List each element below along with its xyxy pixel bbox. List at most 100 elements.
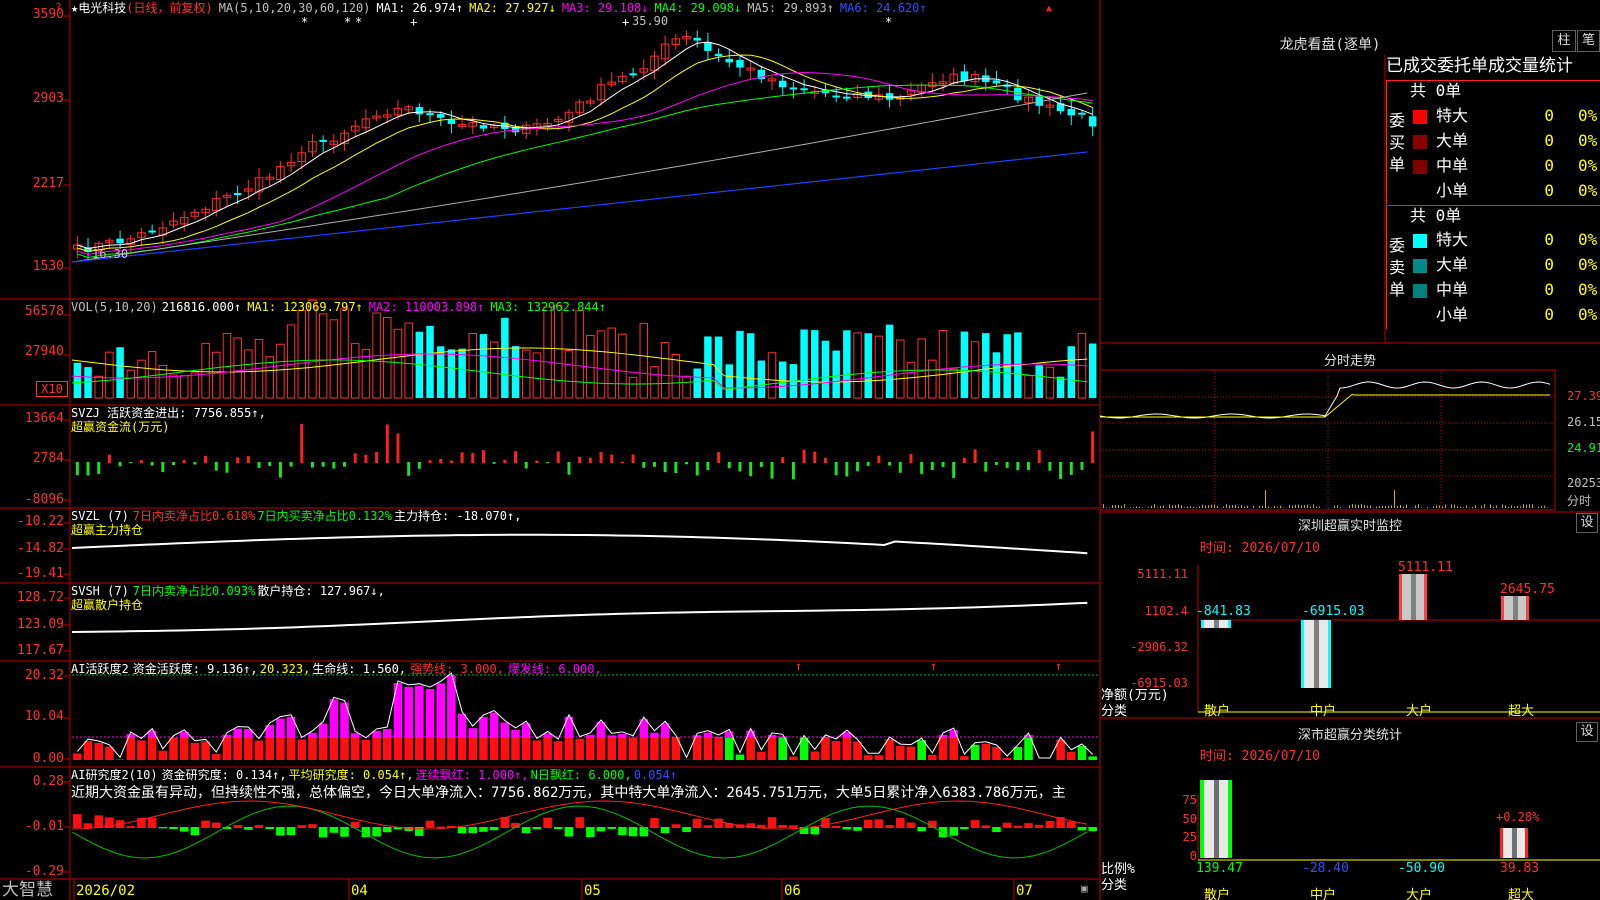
ai-active-top-23	[318, 723, 328, 738]
volume-bar-45	[554, 304, 563, 399]
x-label-4: 07	[1016, 883, 1033, 899]
brand-logo[interactable]: 大智慧	[2, 880, 53, 900]
y-label-vol-0: 56578	[24, 304, 64, 319]
svzj-bar-2	[97, 462, 101, 474]
volume-bar-92	[1056, 376, 1065, 398]
intraday-vol-63	[1289, 504, 1290, 508]
intraday-vol-120	[1460, 506, 1461, 508]
low-price-label: 16.30	[92, 247, 129, 261]
volume-bar-25	[340, 308, 349, 399]
svsh-title: SVSH (7)	[71, 584, 129, 598]
intraday-vol-5	[1115, 505, 1116, 508]
sell-order-label: 委卖单	[1388, 236, 1405, 299]
intraday-vol-23	[1169, 504, 1170, 508]
svzj-bar-45	[556, 451, 560, 463]
intraday-vol-14	[1142, 507, 1143, 508]
ai-active-bar-25	[340, 738, 349, 760]
y-label-ai-research-2: -0.29	[24, 864, 64, 879]
ai-research-bar-94	[1077, 827, 1087, 831]
sell-row-percent-2: 0%	[1578, 280, 1598, 299]
volume-ma-value-2: MA3: 132962.844↑	[490, 300, 606, 314]
intraday-vol-59	[1277, 507, 1278, 508]
intraday-vol-140	[1520, 506, 1521, 508]
ai-active-bar-94	[1077, 746, 1087, 760]
top-marker-4: +	[622, 15, 629, 29]
svzj-bar-53	[642, 462, 646, 468]
volume-bar-54	[650, 366, 659, 399]
intraday-vol-100	[1400, 505, 1401, 508]
candle-body-62	[736, 59, 744, 68]
ai-active-top-41	[511, 729, 520, 738]
ai-active-bar-17	[254, 740, 264, 760]
ai-research-bar-39	[489, 827, 499, 831]
sz-monitor-y-0: 5111.11	[1137, 567, 1188, 581]
svzl-title: SVZL (7)	[71, 509, 129, 523]
ai-active-arrow-2: ↑	[1055, 659, 1062, 673]
ai-active-arrow-0: ↑	[795, 659, 802, 673]
ai-research-bar-2	[94, 815, 103, 828]
ai-active-bar-84	[970, 744, 980, 760]
svzj-bar-93	[1069, 462, 1073, 475]
intraday-vol-137	[1511, 505, 1512, 508]
ma-line-6	[71, 151, 1088, 263]
svzj-bar-1	[86, 462, 90, 476]
sz-monitor-settings-button[interactable]: 设	[1576, 513, 1598, 533]
ai-research-bar-69	[810, 827, 820, 835]
bar-mode-button[interactable]: 柱	[1552, 30, 1576, 52]
sz-class-settings-button[interactable]: 设	[1576, 722, 1598, 742]
sz-monitor-y-1: 1102.4	[1144, 604, 1188, 618]
svzj-bar-19	[278, 462, 282, 478]
sell-row-name-0: 特大	[1436, 230, 1469, 249]
sz-class-y-2: 25	[1182, 830, 1197, 844]
stock-name[interactable]: ★电光科技	[71, 1, 126, 15]
ai-research-bar-78	[906, 822, 916, 828]
sz-class-xlabel: 分类	[1101, 878, 1128, 893]
ai-active-top-38	[479, 717, 488, 738]
candle-body-83	[960, 71, 969, 82]
chart-mode[interactable]: (日线，前复权)	[126, 1, 212, 15]
svzj-bar-56	[674, 462, 678, 474]
candle-body-4	[116, 238, 124, 244]
volume-unit-badge[interactable]: X10	[36, 381, 68, 397]
volume-bar-86	[992, 352, 1001, 398]
ai-active-bar-2	[94, 742, 103, 760]
svzj-bar-88	[1016, 462, 1020, 471]
lock-icon[interactable]: ▣	[1081, 882, 1088, 895]
volume-bar-26	[350, 343, 360, 399]
tick-mode-button[interactable]: 笔	[1577, 30, 1600, 52]
intraday-vol-12	[1136, 506, 1137, 508]
ai-research-bar-43	[532, 827, 542, 830]
ai-active-top-60	[714, 736, 723, 738]
ai-active-top-19	[276, 718, 285, 738]
ai-research-bar-17	[254, 825, 264, 828]
intraday-avg-line	[1100, 393, 1550, 418]
sell-row-name-3: 小单	[1436, 305, 1469, 324]
volume-bar-12	[201, 342, 210, 399]
intraday-vol-139	[1517, 505, 1518, 508]
chart-canvas[interactable]: * * * + + * ↑ ↑ ↑	[0, 0, 1600, 900]
ai-research-bar-74	[863, 819, 873, 828]
y-label-main-3: 1530	[32, 259, 64, 274]
ai-active-bar-49	[596, 738, 606, 760]
ai-research-bar-37	[468, 827, 478, 833]
volume-bar-77	[896, 339, 905, 399]
ai-active-bar-41	[511, 738, 520, 760]
ai-active-bar-18	[265, 738, 274, 760]
intraday-vol-95	[1385, 505, 1386, 508]
candle-body-23	[319, 139, 327, 142]
sz-monitor-bar-edge-r-3	[1526, 596, 1529, 620]
svzj-bar-90	[1037, 449, 1041, 463]
sz-class-cat-1: 中户	[1310, 888, 1337, 900]
ai-active-bar-48	[586, 738, 595, 760]
intraday-vol-135	[1505, 505, 1506, 508]
ai-active-bar-1	[83, 741, 93, 760]
x-label-2: 05	[584, 883, 601, 899]
intraday-vol-115	[1445, 504, 1446, 508]
intraday-vol-90	[1370, 505, 1371, 508]
svzj-bar-73	[856, 462, 860, 472]
ai-active-top-39	[489, 712, 499, 738]
sz-monitor-bar-edge-l-0	[1201, 620, 1204, 628]
candle-body-94	[1078, 112, 1086, 115]
svzl-subtitle: 超赢主力持仓	[71, 523, 144, 537]
intraday-vol-102	[1406, 504, 1407, 508]
